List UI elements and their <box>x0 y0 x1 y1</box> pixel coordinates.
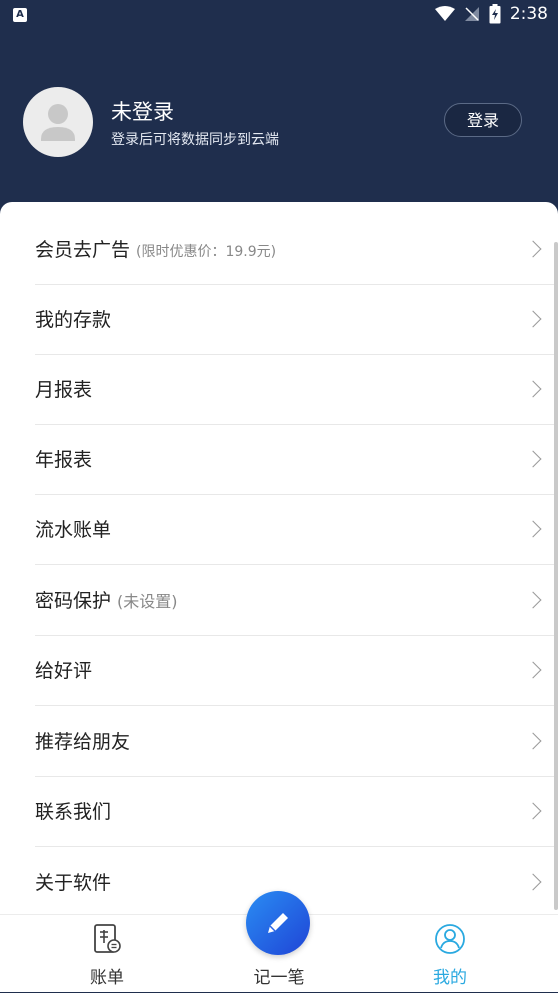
menu-item-label: 月报表 <box>35 379 93 401</box>
tab-profile[interactable]: 我的 <box>380 915 520 993</box>
menu-item-password[interactable]: 密码保护 (未设置) <box>35 566 555 636</box>
menu-item-label: 年报表 <box>35 449 93 471</box>
menu-item-note: (限时优惠价：19.9元) <box>136 244 277 260</box>
menu-item-label: 联系我们 <box>35 801 112 823</box>
app-notification-icon: A <box>13 8 27 22</box>
menu-item-contact[interactable]: 联系我们 <box>35 777 555 847</box>
tab-label: 账单 <box>90 968 124 988</box>
menu-item-rate[interactable]: 给好评 <box>35 636 555 706</box>
menu-item-label: 会员去广告 (限时优惠价：19.9元) <box>35 239 277 261</box>
menu-item-note: (未设置) <box>117 592 178 611</box>
menu-item-label: 流水账单 <box>35 519 112 541</box>
menu-item-yearly-report[interactable]: 年报表 <box>35 425 555 495</box>
chevron-right-icon <box>524 450 542 468</box>
chevron-right-icon <box>524 591 542 609</box>
chevron-right-icon <box>524 310 542 328</box>
tab-label: 我的 <box>433 968 467 988</box>
scrollbar[interactable] <box>554 242 558 910</box>
menu-item-label: 密码保护 (未设置) <box>35 590 178 612</box>
chevron-right-icon <box>524 661 542 679</box>
wifi-icon <box>434 6 455 21</box>
status-bar: A 2:38 <box>0 0 558 30</box>
menu-item-recommend[interactable]: 推荐给朋友 <box>35 707 555 777</box>
menu-panel: 会员去广告 (限时优惠价：19.9元) 我的存款 月报表 年报表 流水账单 密码保… <box>0 202 558 914</box>
chevron-right-icon <box>524 380 542 398</box>
menu-item-label: 关于软件 <box>35 872 112 894</box>
menu-item-vip[interactable]: 会员去广告 (限时优惠价：19.9元) <box>35 215 555 285</box>
status-time: 2:38 <box>509 4 548 24</box>
menu-item-transactions[interactable]: 流水账单 <box>35 495 555 565</box>
profile-header: 未登录 登录后可将数据同步到云端 登录 <box>0 30 558 205</box>
menu-item-label: 给好评 <box>35 660 93 682</box>
battery-charging-icon <box>489 4 501 24</box>
tab-label: 记一笔 <box>253 968 305 988</box>
pencil-icon <box>268 913 288 933</box>
chevron-right-icon <box>524 732 542 750</box>
tab-bills[interactable]: 账单 <box>37 915 177 993</box>
user-avatar-icon <box>41 104 75 141</box>
chevron-right-icon <box>524 802 542 820</box>
bill-icon <box>94 924 121 953</box>
login-button[interactable]: 登录 <box>444 103 522 137</box>
status-icons: 2:38 <box>434 4 548 24</box>
chevron-right-icon <box>524 520 542 538</box>
user-subtitle: 登录后可将数据同步到云端 <box>111 132 279 148</box>
menu-item-label: 我的存款 <box>35 309 112 331</box>
chevron-right-icon <box>524 240 542 258</box>
menu-item-label: 推荐给朋友 <box>35 731 131 753</box>
menu-item-savings[interactable]: 我的存款 <box>35 285 555 355</box>
profile-icon <box>435 924 465 954</box>
menu-item-monthly-report[interactable]: 月报表 <box>35 355 555 425</box>
chevron-right-icon <box>524 873 542 891</box>
avatar[interactable] <box>23 87 93 157</box>
user-title: 未登录 <box>111 100 174 124</box>
add-record-button[interactable] <box>246 891 310 955</box>
signal-off-icon <box>464 7 479 21</box>
